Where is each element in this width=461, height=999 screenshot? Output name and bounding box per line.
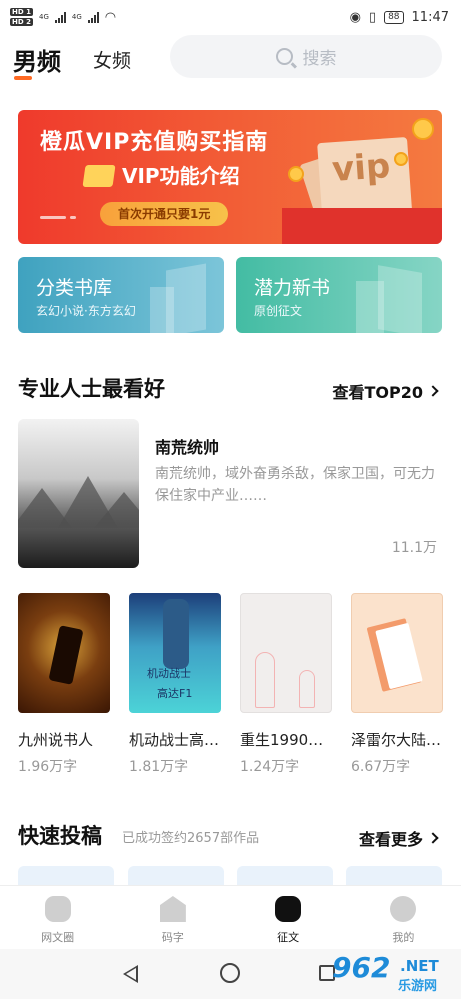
coin-icon xyxy=(288,166,304,182)
watermark-net: .NET xyxy=(400,957,439,975)
hd-indicator: HD 1 HD 2 xyxy=(10,7,33,27)
cover-text-line1: 机动战士 xyxy=(147,667,191,680)
tab-label: 码字 xyxy=(161,931,184,944)
tab-write[interactable]: 码字 xyxy=(115,886,230,949)
decor-shape xyxy=(150,287,174,333)
book-word-count: 1.24万字 xyxy=(240,759,300,775)
book-title: 泽雷尔大陆… xyxy=(351,731,442,749)
section-title-top: 专业人士最看好 xyxy=(18,377,165,401)
chevron-right-icon xyxy=(427,832,439,844)
tab-submission[interactable]: 征文 xyxy=(231,886,346,949)
book-cover xyxy=(240,593,332,713)
signal-icon xyxy=(54,11,66,23)
banner-subtitle-wrap: VIP功能介绍 xyxy=(80,160,240,189)
eye-icon: ◉ xyxy=(349,9,361,25)
category-library-card[interactable]: 分类书库 玄幻小说·东方玄幻 xyxy=(18,257,224,333)
book-item[interactable]: 重生1990… 1.24万字 xyxy=(240,593,332,776)
book-word-count: 1.81万字 xyxy=(129,759,189,775)
signal-icon-2 xyxy=(87,11,99,23)
banner-promo-pill: 首次开通只要1元 xyxy=(100,202,229,226)
view-top20-label: 查看TOP20 xyxy=(332,383,423,402)
book-item[interactable]: 九州说书人 1.96万字 xyxy=(18,593,110,776)
book-cover xyxy=(351,593,443,713)
featured-book-desc: 南荒统帅，域外奋勇杀敌，保家卫国，可无力保住家中产业…… xyxy=(155,466,435,504)
feather-shape xyxy=(255,652,275,708)
tab-community[interactable]: 网文圈 xyxy=(0,886,115,949)
category-library-subtitle: 玄幻小说·东方玄幻 xyxy=(36,304,136,318)
feather-shape xyxy=(299,670,315,708)
featured-book-cover[interactable] xyxy=(18,419,139,568)
tab-label: 网文圈 xyxy=(41,931,75,944)
clock: 11:47 xyxy=(411,9,449,25)
network-type-2: 4G xyxy=(71,13,82,21)
bottom-tab-bar: 网文圈 码字 征文 我的 xyxy=(0,885,461,949)
category-library-title: 分类书库 xyxy=(36,277,113,299)
featured-book-count: 11.1万 xyxy=(391,540,437,556)
potential-new-books-card[interactable]: 潜力新书 原创征文 xyxy=(236,257,442,333)
mech-figure xyxy=(163,599,189,669)
tab-male[interactable]: 男频 xyxy=(13,42,61,77)
house-icon xyxy=(159,896,186,922)
book-title: 机动战士高… xyxy=(129,731,220,749)
cover-text-line2: 高达F1 xyxy=(157,687,193,700)
view-more-label: 查看更多 xyxy=(358,830,423,849)
chat-bubble-icon xyxy=(44,896,71,922)
tab-female[interactable]: 女频 xyxy=(93,46,131,73)
profile-icon xyxy=(390,896,417,922)
book-word-count: 6.67万字 xyxy=(351,759,411,775)
chevron-right-icon xyxy=(427,385,439,397)
coin-icon xyxy=(394,152,408,166)
tab-profile[interactable]: 我的 xyxy=(346,886,461,949)
book-title: 重生1990… xyxy=(240,731,324,749)
vip-banner[interactable]: vip 橙瓜VIP充值购买指南 VIP功能介绍 首次开通只要1元 xyxy=(18,110,442,244)
book-word-count: 1.96万字 xyxy=(18,759,78,775)
tab-label: 我的 xyxy=(392,931,415,944)
watermark-num: 962 xyxy=(332,951,391,984)
watermark-logo: 962 .NET 乐游网 xyxy=(324,951,454,995)
cover-glyph xyxy=(48,625,84,685)
banner-subtitle: VIP功能介绍 xyxy=(122,164,240,188)
wifi-icon: ◠ xyxy=(104,9,117,25)
featured-book-title[interactable]: 南荒统帅 xyxy=(155,434,219,458)
book-item[interactable]: 泽雷尔大陆… 6.67万字 xyxy=(351,593,443,776)
banner-title: 橙瓜VIP充值购买指南 xyxy=(40,130,269,155)
red-envelope-base xyxy=(282,208,442,244)
search-placeholder: 搜索 xyxy=(302,49,337,69)
carousel-indicator xyxy=(70,216,76,219)
hd2-badge: HD 2 xyxy=(10,18,33,26)
view-more-link[interactable]: 查看更多 xyxy=(358,826,439,850)
potential-new-books-subtitle: 原创征文 xyxy=(254,304,303,318)
active-tab-indicator xyxy=(14,76,32,80)
submission-icon xyxy=(275,896,302,922)
vibrate-icon: ▯ xyxy=(368,9,377,25)
battery-icon: 88 xyxy=(384,10,404,24)
coin-icon xyxy=(412,118,434,140)
potential-new-books-title: 潜力新书 xyxy=(254,277,331,299)
section-title-submit: 快速投稿 xyxy=(18,824,102,848)
view-top20-link[interactable]: 查看TOP20 xyxy=(332,379,439,403)
book-cover: 机动战士 高达F1 xyxy=(129,593,221,713)
hd1-badge: HD 1 xyxy=(10,8,33,16)
submit-note: 已成功签约2657部作品 xyxy=(122,831,260,846)
carousel-indicator xyxy=(40,216,66,219)
home-icon[interactable] xyxy=(220,963,240,983)
search-bar[interactable]: 搜索 xyxy=(170,35,442,78)
tab-label: 征文 xyxy=(277,931,300,944)
book-item[interactable]: 机动战士 高达F1 机动战士高… 1.81万字 xyxy=(129,593,221,776)
decor-shape xyxy=(378,265,422,333)
watermark-site: 乐游网 xyxy=(398,979,438,994)
search-icon xyxy=(275,48,293,65)
decor-shape xyxy=(356,281,384,333)
book-title: 九州说书人 xyxy=(18,731,94,749)
book-cover xyxy=(18,593,110,713)
back-icon[interactable] xyxy=(123,965,138,983)
status-bar: HD 1 HD 2 4G 4G ◠ ◉ ▯ 88 11:47 xyxy=(0,0,461,34)
network-type: 4G xyxy=(38,13,49,21)
mountain-shape xyxy=(94,492,139,528)
top-nav: 男频 女频 搜索 xyxy=(0,34,461,92)
vip-label: vip xyxy=(330,146,392,190)
